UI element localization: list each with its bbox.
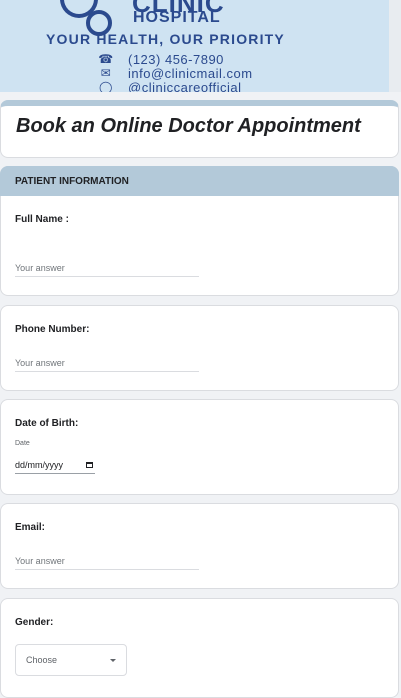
contact-email: ✉ info@clinicmail.com: [96, 65, 253, 81]
banner-edge: [389, 0, 401, 92]
section-header: PATIENT INFORMATION: [0, 166, 399, 196]
slogan: YOUR HEALTH, OUR PRIORITY: [46, 31, 285, 47]
full-name-label: Full Name :: [15, 214, 69, 225]
header-banner: CLINIC HOSPITAL YOUR HEALTH, OUR PRIORIT…: [0, 0, 401, 92]
phone-label: Phone Number:: [15, 324, 90, 335]
instagram-icon: ◯: [99, 80, 113, 92]
question-card-dob: [0, 399, 399, 495]
phone-icon: ☎: [98, 52, 114, 66]
dob-sublabel: Date: [15, 440, 30, 447]
phone-text: (123) 456-7890: [128, 51, 224, 67]
email-label: Email:: [15, 522, 46, 533]
email-text: info@clinicmail.com: [128, 65, 253, 81]
chevron-down-icon: [110, 658, 116, 662]
dob-value: dd/mm/yyyy: [15, 460, 64, 470]
question-card-phone: [0, 305, 399, 391]
gender-select[interactable]: Choose: [15, 644, 127, 676]
full-name-input[interactable]: [15, 260, 199, 277]
email-input[interactable]: [15, 553, 199, 570]
contact-phone: ☎ (123) 456-7890: [96, 51, 224, 67]
question-card-email: [0, 503, 399, 589]
calendar-icon[interactable]: [86, 462, 93, 468]
banner-image: CLINIC HOSPITAL YOUR HEALTH, OUR PRIORIT…: [0, 0, 389, 92]
gender-selected: Choose: [26, 655, 58, 665]
form-title-card: Book an Online Doctor Appointment: [0, 100, 399, 158]
mail-icon: ✉: [100, 66, 112, 80]
dob-date-input[interactable]: dd/mm/yyyy: [15, 457, 95, 474]
social-text: @cliniccareofficial: [128, 79, 242, 93]
contact-social: ◯ @cliniccareofficial: [96, 79, 242, 93]
brand-subtitle: HOSPITAL: [133, 9, 221, 26]
dob-label: Date of Birth:: [15, 418, 79, 429]
phone-input[interactable]: [15, 355, 199, 372]
section-title: PATIENT INFORMATION: [15, 176, 129, 187]
gender-label: Gender:: [15, 617, 54, 628]
form-title: Book an Online Doctor Appointment: [16, 115, 361, 137]
